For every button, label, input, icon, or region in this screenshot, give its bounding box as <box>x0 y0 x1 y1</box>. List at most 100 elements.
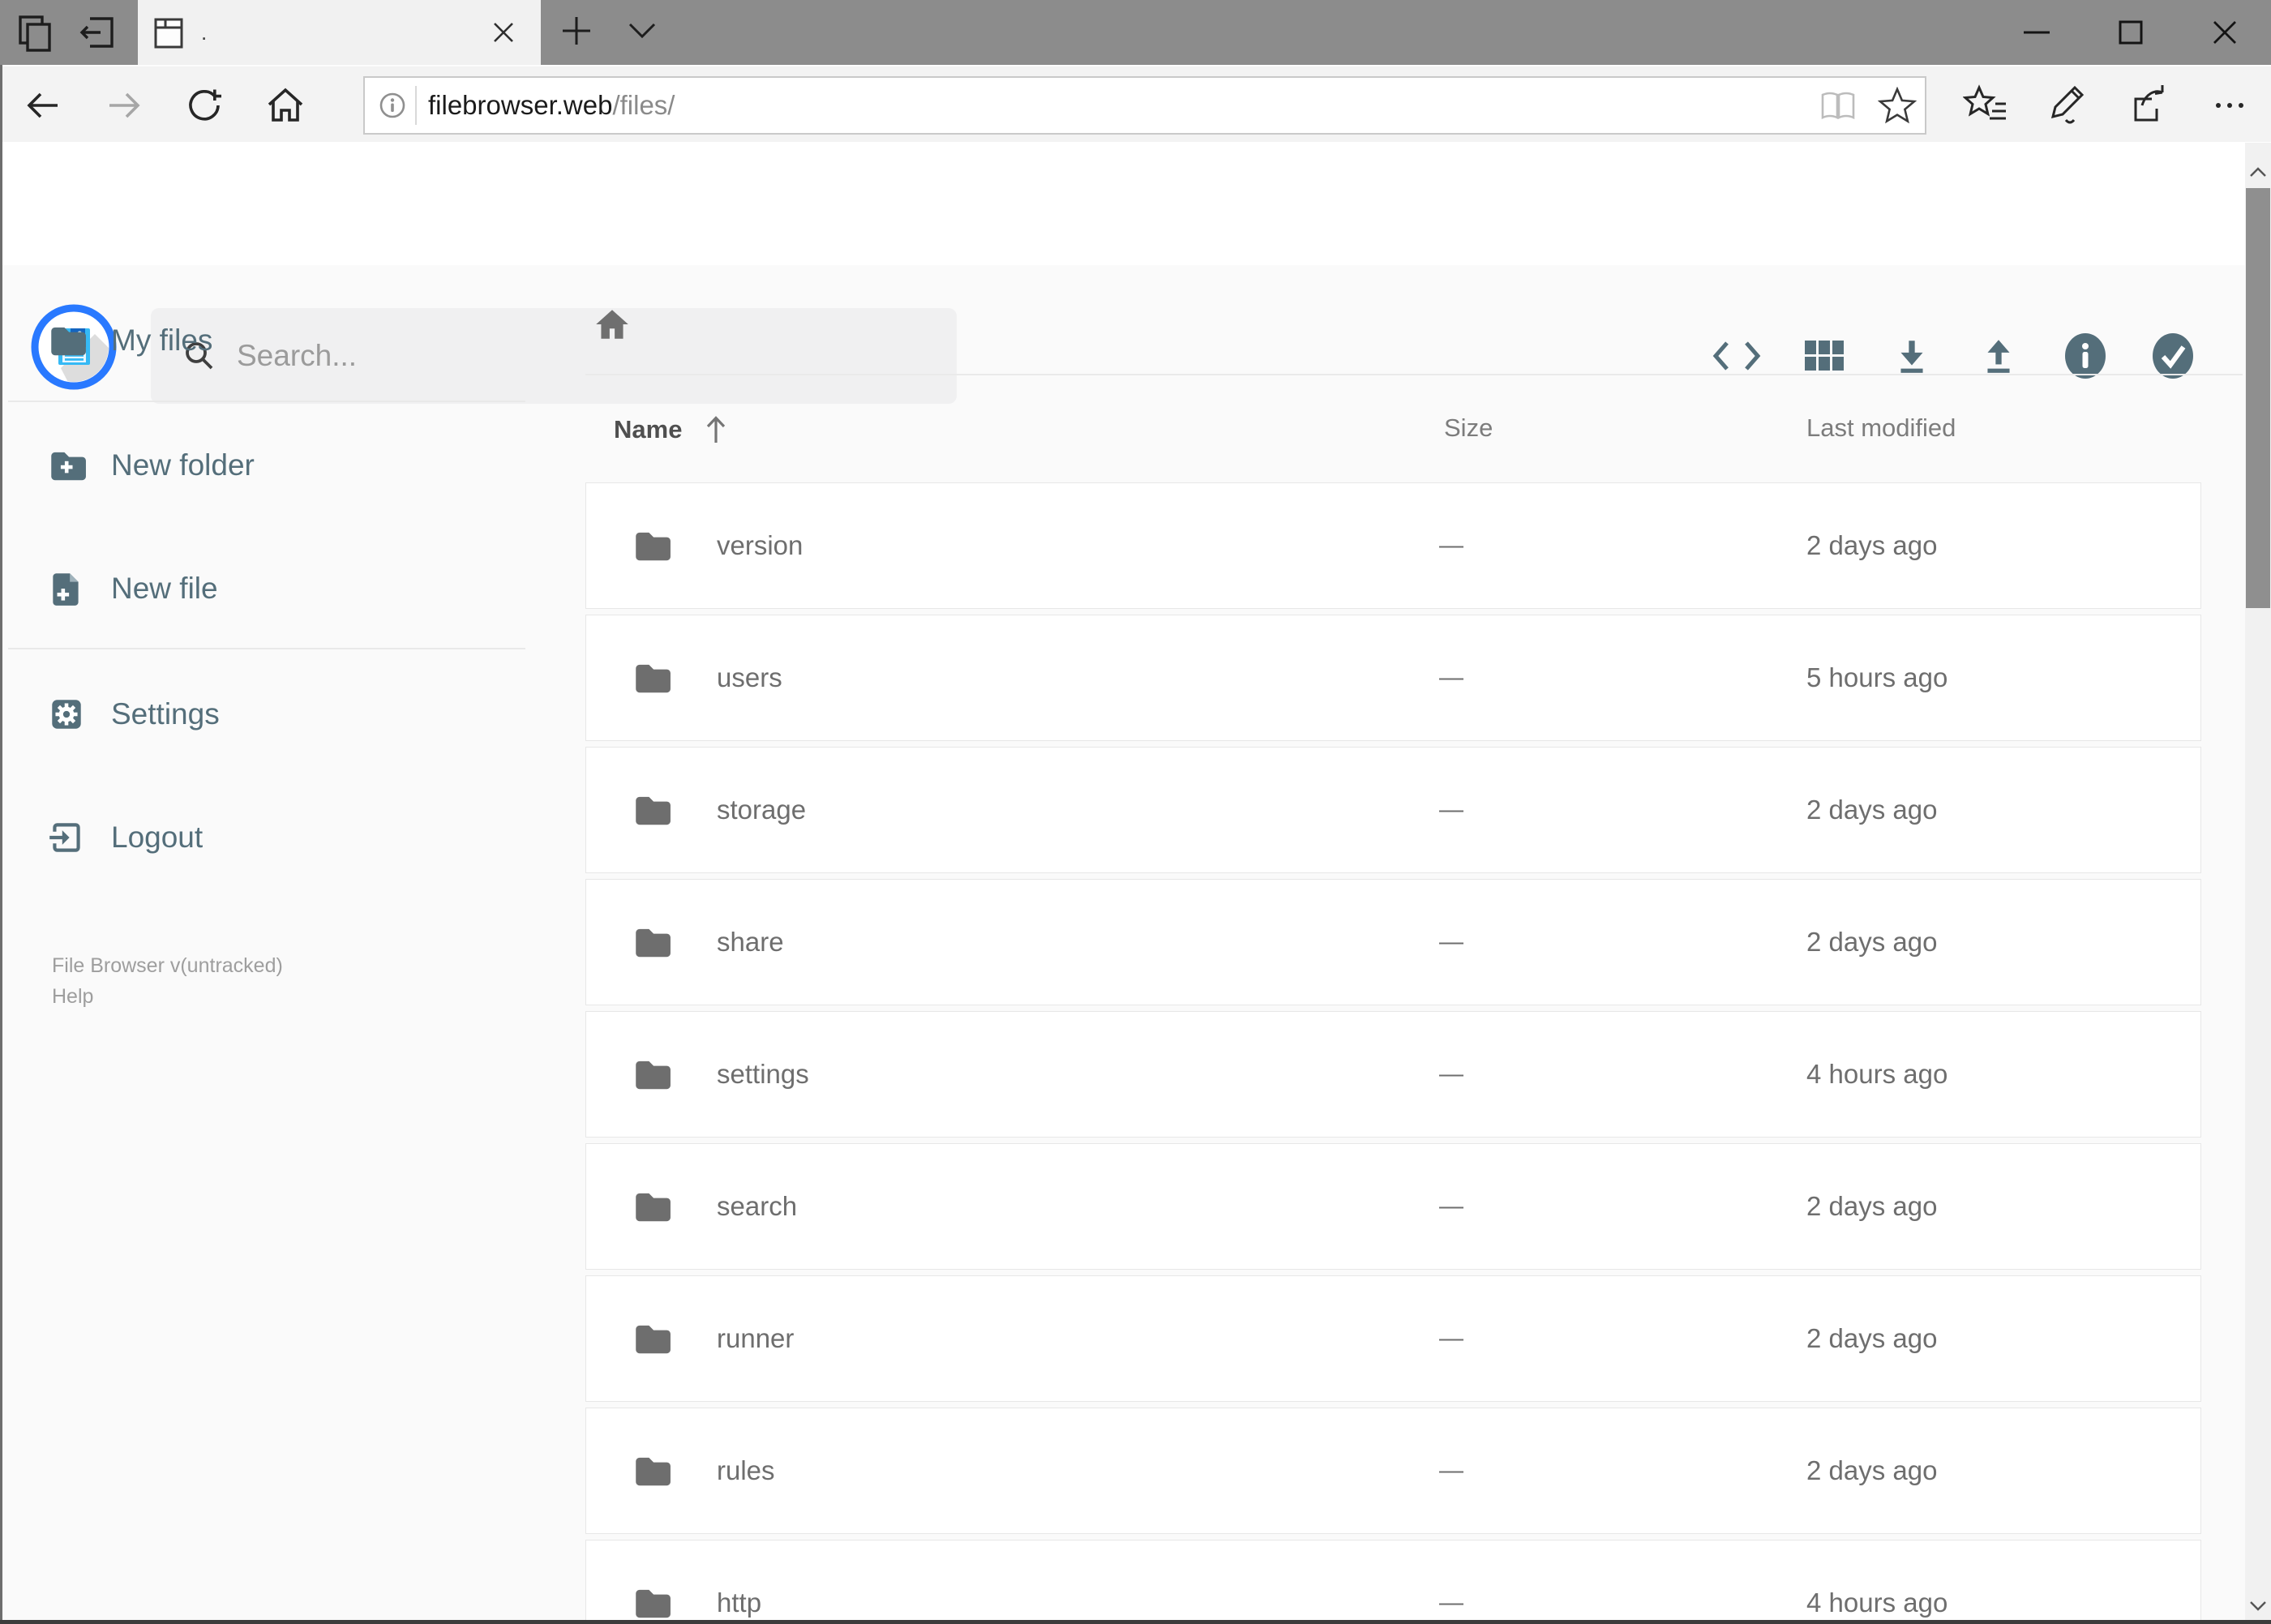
more-options-button[interactable] <box>2200 76 2259 135</box>
sidebar-item-my-files[interactable]: My files <box>0 310 535 371</box>
file-modified: 2 days ago <box>1806 1191 1938 1221</box>
file-name: rules <box>717 1455 775 1485</box>
column-label: Name <box>614 415 683 443</box>
table-row[interactable]: search — 2 days ago <box>585 1143 2201 1270</box>
sidebar-item-new-folder[interactable]: New folder <box>0 435 535 496</box>
folder-icon <box>636 1325 671 1354</box>
sidebar-item-logout[interactable]: Logout <box>0 807 535 868</box>
table-row[interactable]: users — 5 hours ago <box>585 615 2201 741</box>
back-button[interactable] <box>14 76 72 135</box>
file-size: — <box>1439 1325 1463 1352</box>
logout-icon <box>49 823 80 852</box>
home-icon <box>268 88 303 122</box>
sidebar-divider <box>8 648 525 649</box>
column-header-size[interactable]: Size <box>1444 413 1493 443</box>
file-modified: 5 hours ago <box>1806 662 1948 692</box>
sidebar: My files New folder New file Settings Lo… <box>0 265 535 1624</box>
folder-icon <box>636 928 671 958</box>
file-modified: 4 hours ago <box>1806 1059 1948 1089</box>
page-scrollbar[interactable] <box>2245 143 2271 1624</box>
tab-close-button[interactable] <box>486 15 521 50</box>
app-version-text: File Browser v(untracked) <box>52 954 283 977</box>
file-size: — <box>1439 928 1463 955</box>
folder-icon <box>636 532 671 561</box>
annotate-button[interactable] <box>2038 76 2097 135</box>
tab-list-button[interactable] <box>618 6 666 55</box>
sidebar-item-label: Settings <box>111 697 220 731</box>
file-modified: 2 days ago <box>1806 1455 1938 1485</box>
breadcrumb-home-button[interactable] <box>587 299 637 349</box>
share-icon <box>2134 85 2164 122</box>
folder-icon <box>636 1457 671 1486</box>
column-header-modified[interactable]: Last modified <box>1806 413 1956 443</box>
set-tabs-aside-button[interactable] <box>73 8 122 57</box>
url-separator <box>415 86 417 125</box>
refresh-button[interactable] <box>175 76 234 135</box>
column-header-name[interactable]: Name <box>614 413 731 446</box>
sidebar-item-label: Logout <box>111 821 204 854</box>
file-listing: Name Size Last modified version — 2 days… <box>535 265 2247 1624</box>
site-info-icon <box>379 92 405 118</box>
new-tab-button[interactable] <box>552 6 601 55</box>
file-name: http <box>717 1588 762 1618</box>
scrollbar-thumb[interactable] <box>2246 188 2270 608</box>
browser-tab[interactable]: . <box>138 0 541 65</box>
file-size: — <box>1439 1061 1463 1087</box>
sidebar-item-new-file[interactable]: New file <box>0 558 535 619</box>
tab-preview-button[interactable] <box>11 8 59 57</box>
folder-icon <box>636 796 671 825</box>
table-row[interactable]: settings — 4 hours ago <box>585 1011 2201 1138</box>
file-size: — <box>1439 1193 1463 1219</box>
sidebar-item-label: New file <box>111 572 218 605</box>
file-size: — <box>1439 796 1463 823</box>
set-tabs-aside-icon <box>79 17 114 48</box>
window-close-button[interactable] <box>2187 0 2262 65</box>
back-arrow-icon <box>27 92 58 118</box>
close-icon <box>494 23 513 42</box>
plus-icon <box>563 17 590 45</box>
file-modified: 2 days ago <box>1806 530 1938 560</box>
file-name: share <box>717 927 784 957</box>
window-bottom-border <box>0 1620 2271 1624</box>
address-bar[interactable]: filebrowser.web/files/ <box>363 76 1926 135</box>
url-host: filebrowser.web <box>428 90 613 120</box>
folder-icon <box>51 327 86 356</box>
home-button[interactable] <box>256 76 315 135</box>
file-name: users <box>717 662 782 692</box>
chevron-down-icon <box>2250 1601 2266 1611</box>
chevron-up-icon <box>2250 167 2266 177</box>
file-size: — <box>1439 664 1463 691</box>
table-row[interactable]: share — 2 days ago <box>585 879 2201 1005</box>
file-plus-icon <box>53 573 79 606</box>
browser-window: . filebrowser.web /files/ Search... My f… <box>0 0 2271 1624</box>
minimize-button[interactable] <box>1999 0 2074 65</box>
file-modified: 2 days ago <box>1806 1323 1938 1353</box>
listing-divider <box>585 374 2243 375</box>
hub-button[interactable] <box>1956 76 2015 135</box>
table-row[interactable]: version — 2 days ago <box>585 482 2201 609</box>
app-header <box>0 142 2271 404</box>
home-icon <box>596 310 628 339</box>
help-link[interactable]: Help <box>52 985 93 1009</box>
table-row[interactable]: storage — 2 days ago <box>585 747 2201 873</box>
share-button[interactable] <box>2119 76 2178 135</box>
folder-plus-icon <box>51 452 86 481</box>
sidebar-item-settings[interactable]: Settings <box>0 683 535 745</box>
file-size: — <box>1439 1589 1463 1616</box>
chevron-down-icon <box>628 23 656 39</box>
table-row[interactable]: runner — 2 days ago <box>585 1275 2201 1402</box>
folder-icon <box>636 1193 671 1222</box>
scrollbar-down-button[interactable] <box>2245 1590 2271 1622</box>
scrollbar-up-button[interactable] <box>2245 156 2271 188</box>
maximize-button[interactable] <box>2093 0 2168 65</box>
file-name: runner <box>717 1323 795 1353</box>
table-row[interactable]: rules — 2 days ago <box>585 1408 2201 1534</box>
reading-view-icon <box>1821 92 1855 119</box>
minimize-icon <box>2024 31 2050 34</box>
table-row[interactable]: http — 4 hours ago <box>585 1540 2201 1624</box>
sidebar-item-label: My files <box>111 324 213 357</box>
favorite-star-icon[interactable] <box>1878 87 1917 124</box>
settings-gear-icon <box>52 700 81 729</box>
forward-button[interactable] <box>95 76 153 135</box>
folder-icon <box>636 1589 671 1618</box>
